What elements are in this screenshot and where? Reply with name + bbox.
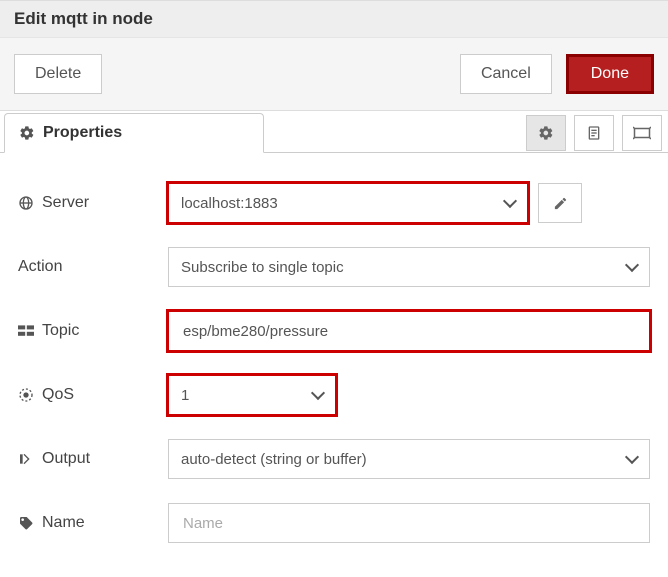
action-label: Action	[18, 258, 62, 276]
output-value: auto-detect (string or buffer)	[181, 451, 367, 468]
globe-icon	[18, 195, 34, 211]
dialog-title: Edit mqtt in node	[0, 0, 668, 37]
topic-label: Topic	[42, 322, 79, 340]
output-icon	[18, 451, 34, 467]
server-value: localhost:1883	[181, 195, 278, 212]
qos-icon	[18, 387, 34, 403]
action-value: Subscribe to single topic	[181, 259, 344, 276]
properties-form: Server localhost:1883 Action Subscribe t…	[0, 153, 668, 577]
topic-input-text[interactable]	[181, 312, 637, 350]
action-select[interactable]: Subscribe to single topic	[168, 247, 650, 287]
gear-icon	[538, 125, 554, 141]
name-label: Name	[42, 514, 85, 532]
topic-input[interactable]	[168, 311, 650, 351]
cancel-button[interactable]: Cancel	[460, 54, 552, 94]
appearance-icon	[633, 125, 651, 141]
tab-bar: Properties	[0, 111, 668, 153]
pencil-icon	[553, 196, 568, 211]
settings-tab-button[interactable]	[526, 115, 566, 151]
qos-value: 1	[181, 387, 189, 404]
server-select[interactable]: localhost:1883	[168, 183, 528, 223]
row-output: Output auto-detect (string or buffer)	[18, 439, 650, 479]
name-input-text[interactable]	[181, 504, 637, 542]
name-input[interactable]	[168, 503, 650, 543]
row-action: Action Subscribe to single topic	[18, 247, 650, 287]
tab-properties-label: Properties	[43, 124, 122, 142]
row-topic: Topic	[18, 311, 650, 351]
description-tab-button[interactable]	[574, 115, 614, 151]
edit-server-button[interactable]	[538, 183, 582, 223]
appearance-tab-button[interactable]	[622, 115, 662, 151]
qos-label: QoS	[42, 386, 74, 404]
gear-icon	[19, 125, 35, 141]
server-label: Server	[42, 194, 89, 212]
document-icon	[586, 125, 602, 141]
row-server: Server localhost:1883	[18, 183, 650, 223]
qos-select[interactable]: 1	[168, 375, 336, 415]
row-name: Name	[18, 503, 650, 543]
delete-button[interactable]: Delete	[14, 54, 102, 94]
done-button[interactable]: Done	[566, 54, 654, 94]
topic-icon	[18, 324, 34, 338]
dialog-toolbar: Delete Cancel Done	[0, 37, 668, 111]
output-select[interactable]: auto-detect (string or buffer)	[168, 439, 650, 479]
output-label: Output	[42, 450, 90, 468]
tag-icon	[18, 515, 34, 531]
tab-properties[interactable]: Properties	[4, 113, 264, 153]
row-qos: QoS 1	[18, 375, 650, 415]
